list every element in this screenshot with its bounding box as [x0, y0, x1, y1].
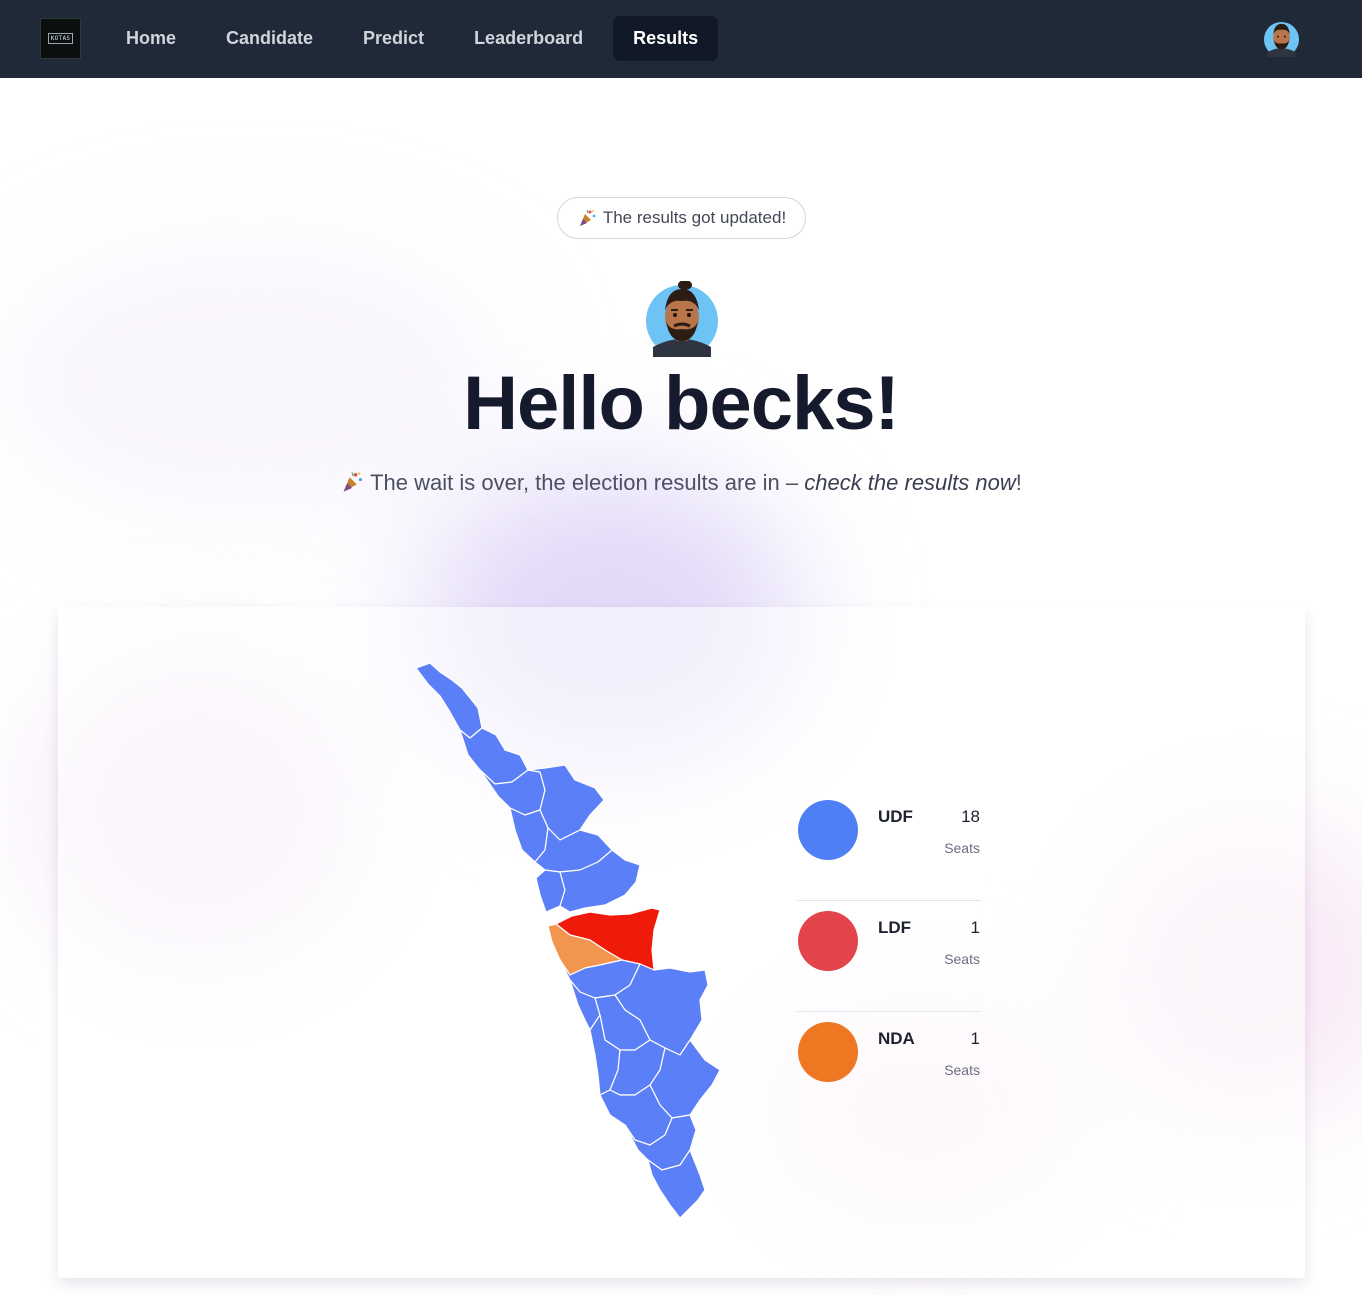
nav-links: Home Candidate Predict Leaderboard Resul…: [106, 16, 728, 61]
subtitle-tail: !: [1015, 470, 1022, 495]
greeting-heading: Hello becks!: [463, 361, 900, 446]
subtitle-lead: The wait is over, the election results a…: [370, 470, 805, 495]
nav-predict[interactable]: Predict: [343, 16, 444, 61]
kerala-constituency-map: [415, 662, 721, 1219]
seat-count: 1: [970, 918, 980, 937]
ldf-color-dot: [798, 911, 858, 971]
party-popper-icon: [343, 472, 363, 492]
legend-row-udf: UDF 18 Seats: [797, 790, 981, 901]
legend-row-nda: NDA 1 Seats: [797, 1012, 981, 1123]
nav-results[interactable]: Results: [613, 16, 719, 61]
check-results-link[interactable]: check the results now: [804, 470, 1016, 495]
nav-home[interactable]: Home: [106, 16, 196, 61]
seat-count: 1: [970, 1029, 980, 1048]
party-name: UDF: [878, 807, 913, 826]
party-name: LDF: [878, 918, 912, 937]
seat-count: 18: [961, 807, 980, 826]
seat-unit: Seats: [944, 840, 980, 856]
results-updated-text: The results got updated!: [602, 208, 787, 227]
seat-unit: Seats: [944, 951, 980, 967]
results-updated-badge: The results got updated!: [557, 197, 806, 239]
nav-leaderboard[interactable]: Leaderboard: [454, 16, 603, 61]
party-name: NDA: [878, 1029, 915, 1048]
legend-row-ldf: LDF 1 Seats: [797, 901, 981, 1012]
seat-unit: Seats: [944, 1062, 980, 1078]
map-region-udf: [415, 662, 483, 739]
udf-color-dot: [798, 800, 858, 860]
user-avatar-icon[interactable]: [1263, 20, 1300, 57]
party-popper-icon: [579, 209, 596, 226]
results-subtitle: The wait is over, the election results a…: [0, 470, 1362, 496]
user-avatar-large: [646, 281, 718, 357]
nda-color-dot: [798, 1022, 858, 1082]
logo-text: KOTAS: [47, 33, 74, 44]
top-navbar: KOTAS Home Candidate Predict Leaderboard…: [0, 0, 1362, 78]
logo[interactable]: KOTAS: [40, 18, 81, 59]
results-legend: UDF 18 Seats LDF 1 Seats NDA 1 Seats: [797, 790, 981, 1123]
nav-candidate[interactable]: Candidate: [206, 16, 333, 61]
